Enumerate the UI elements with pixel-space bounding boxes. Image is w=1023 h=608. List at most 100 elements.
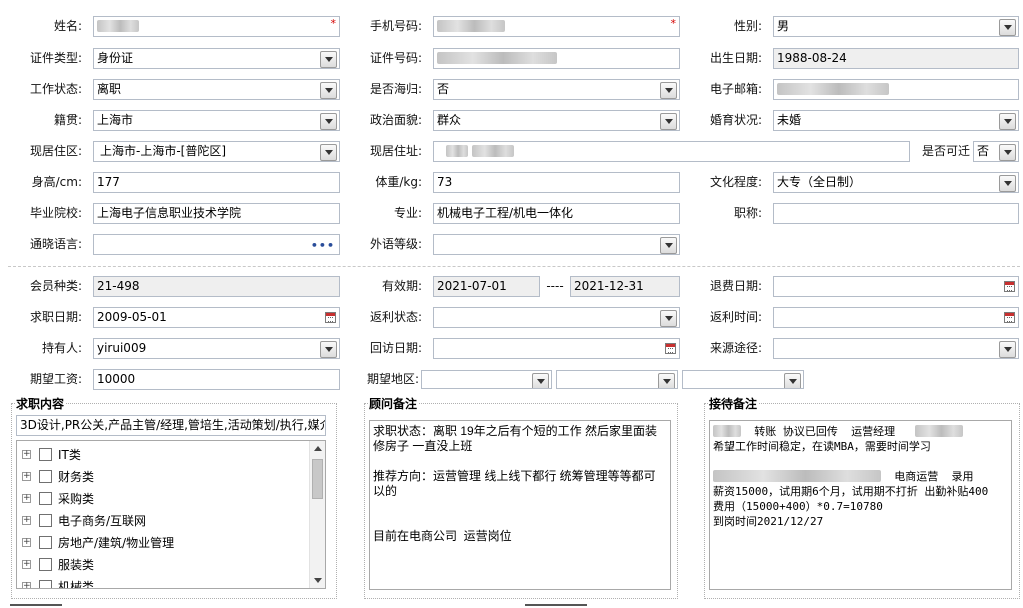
reception-line-1: 转账 协议已回传 运营经理 [713, 424, 1008, 439]
apply-date-field[interactable]: 2009-05-01 [93, 307, 340, 328]
expand-icon[interactable]: + [22, 560, 31, 569]
foreign-language-level-label: 外语等级: [369, 237, 422, 251]
gender-select[interactable]: 男 [773, 16, 1019, 37]
expand-icon[interactable]: + [22, 582, 31, 588]
weight-field[interactable]: 73 [433, 172, 680, 193]
calendar-icon[interactable] [1004, 281, 1015, 292]
foreign-language-level-select[interactable] [433, 234, 680, 255]
tree-item[interactable]: + 财务类 [17, 466, 307, 488]
address-field[interactable] [433, 141, 910, 162]
relocate-select[interactable]: 否 [973, 141, 1019, 162]
expand-icon[interactable]: + [22, 472, 31, 481]
education-select[interactable]: 大专（全日制） [773, 172, 1019, 193]
tree-item[interactable]: + 房地产/建筑/物业管理 [17, 532, 307, 554]
scroll-up-icon[interactable] [314, 446, 322, 451]
languages-field[interactable]: ••• [93, 234, 340, 255]
member-type-field[interactable]: 21-498 [93, 276, 340, 297]
expected-salary-field[interactable]: 10000 [93, 369, 340, 390]
email-label: 电子邮箱: [709, 82, 762, 96]
rebate-status-select[interactable] [433, 307, 680, 328]
reception-notes-detail: 薪资15000，试用期6个月，试用期不打折 出勤补贴400 费用（15000+4… [713, 485, 989, 528]
rebate-time-field[interactable] [773, 307, 1019, 328]
tree-item[interactable]: + 采购类 [17, 488, 307, 510]
weight-label: 体重/kg: [375, 175, 422, 189]
school-label: 毕业院校: [29, 206, 82, 220]
advisor-notes-textarea[interactable]: 求职状态：离职 19年之后有个短的工作 然后家里面装修房子 一直没上班 推荐方向… [369, 420, 671, 590]
reception-notes-title: 接待备注 [708, 397, 759, 411]
birth-date-field[interactable]: 1988-08-24 [773, 48, 1019, 69]
advisor-notes-title: 顾问备注 [368, 397, 419, 411]
checkbox[interactable] [39, 580, 52, 588]
expand-icon[interactable]: + [22, 538, 31, 547]
id-number-field[interactable] [433, 48, 680, 69]
job-category-tree[interactable]: + IT类 + 财务类 + 采购类 + 电子商务/互联网 + 房地产/建筑/物业管理 + 服… [16, 440, 326, 589]
name-field[interactable]: * [93, 16, 340, 37]
expand-icon[interactable]: + [22, 494, 31, 503]
validity-end-field[interactable]: 2021-12-31 [570, 276, 680, 297]
validity-start-field[interactable]: 2021-07-01 [433, 276, 540, 297]
calendar-icon[interactable] [665, 343, 676, 354]
professional-title-field[interactable] [773, 203, 1019, 224]
checkbox[interactable] [39, 514, 52, 527]
calendar-icon[interactable] [1004, 312, 1015, 323]
address-label: 现居住址: [369, 144, 422, 158]
expand-icon[interactable]: + [22, 516, 31, 525]
returnee-label: 是否海归: [369, 82, 422, 96]
gender-label: 性别: [733, 19, 762, 33]
refund-date-label: 退费日期: [709, 279, 762, 293]
expected-region-label: 期望地区: [366, 372, 419, 386]
marital-status-label: 婚育状况: [709, 113, 762, 127]
major-field[interactable]: 机械电子工程/机电一体化 [433, 203, 680, 224]
id-type-select[interactable]: 身份证 [93, 48, 340, 69]
section-divider [8, 266, 1020, 267]
refund-date-field[interactable] [773, 276, 1019, 297]
languages-label: 通晓语言: [29, 237, 82, 251]
work-status-select[interactable]: 离职 [93, 79, 340, 100]
region-city-select[interactable] [556, 370, 678, 389]
residence-area-select[interactable]: 上海市-上海市-[普陀区] [93, 141, 340, 162]
email-field[interactable] [773, 79, 1019, 100]
returnee-select[interactable]: 否 [433, 79, 680, 100]
job-intent-title: 求职内容 [15, 397, 66, 411]
reception-line-2: 希望工作时间稳定，在读MBA，需要时间学习 [713, 440, 931, 453]
more-options-icon[interactable]: ••• [311, 236, 335, 254]
checkbox[interactable] [39, 492, 52, 505]
native-place-select[interactable]: 上海市 [93, 110, 340, 131]
apply-date-label: 求职日期: [29, 310, 82, 324]
height-field[interactable]: 177 [93, 172, 340, 193]
next-section-tab [525, 604, 587, 606]
residence-area-label: 现居住区: [29, 144, 82, 158]
holder-select[interactable]: yirui009 [93, 338, 340, 359]
calendar-icon[interactable] [325, 312, 336, 323]
marital-status-select[interactable]: 未婚 [773, 110, 1019, 131]
tree-item[interactable]: + 电子商务/互联网 [17, 510, 307, 532]
next-section-tab [10, 604, 62, 606]
source-label: 来源途径: [709, 341, 762, 355]
scroll-thumb[interactable] [312, 459, 323, 499]
mobile-label: 手机号码: [369, 19, 422, 33]
tree-scrollbar[interactable] [309, 441, 325, 588]
checkbox[interactable] [39, 558, 52, 571]
visit-date-field[interactable] [433, 338, 680, 359]
education-label: 文化程度: [709, 175, 762, 189]
school-field[interactable]: 上海电子信息职业技术学院 [93, 203, 340, 224]
political-status-select[interactable]: 群众 [433, 110, 680, 131]
resume-form: 姓名: * 手机号码: * 性别: 男 证件类型: 身份证 证件号码: 出生日期… [0, 0, 1023, 608]
region-province-select[interactable] [421, 370, 552, 389]
checkbox[interactable] [39, 536, 52, 549]
tree-item[interactable]: + 机械类 [17, 576, 307, 588]
checkbox[interactable] [39, 470, 52, 483]
native-place-label: 籍贯: [53, 113, 82, 127]
scroll-down-icon[interactable] [314, 578, 322, 583]
member-type-label: 会员种类: [29, 279, 82, 293]
region-district-select[interactable] [682, 370, 804, 389]
reception-notes-textarea[interactable]: 转账 协议已回传 运营经理 希望工作时间稳定，在读MBA，需要时间学习 电商运营… [709, 420, 1012, 590]
mobile-field[interactable]: * [433, 16, 680, 37]
source-select[interactable] [773, 338, 1019, 359]
checkbox[interactable] [39, 448, 52, 461]
job-intent-summary-field[interactable]: 3D设计,PR公关,产品主管/经理,管培生,活动策划/执行,媒介 [16, 415, 326, 436]
tree-item[interactable]: + 服装类 [17, 554, 307, 576]
expand-icon[interactable]: + [22, 450, 31, 459]
tree-item[interactable]: + IT类 [17, 444, 307, 466]
birth-date-label: 出生日期: [709, 51, 762, 65]
